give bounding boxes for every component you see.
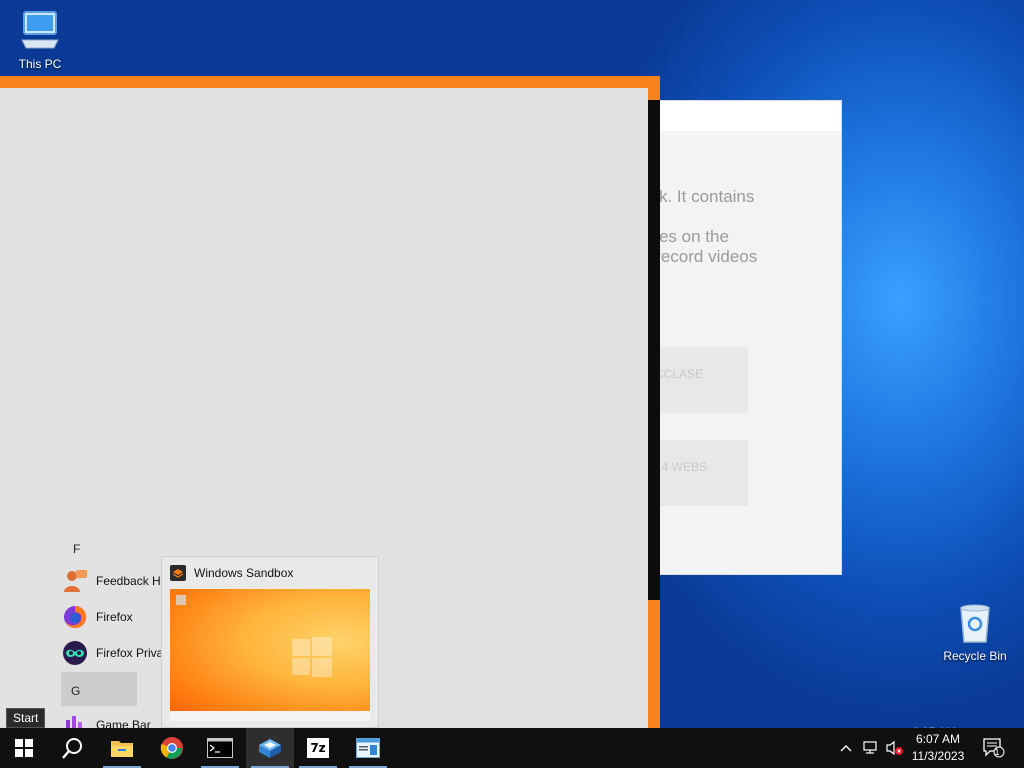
firefox-private-icon <box>63 641 87 665</box>
tray-network[interactable] <box>860 728 882 768</box>
recycle-bin-icon <box>960 604 990 643</box>
notification-count-badge: 1 <box>994 747 1000 757</box>
thumbnail-taskbar <box>170 711 370 721</box>
windows-logo-icon <box>15 739 33 757</box>
window-option-button[interactable]: 14 WEBS <box>647 440 748 506</box>
desktop-icon-label: Recycle Bin <box>943 649 1007 663</box>
start-item-firefox-private[interactable]: Firefox Private <box>62 636 173 670</box>
desktop-icon-this-pc[interactable]: This PC <box>0 8 80 71</box>
chrome-icon <box>160 737 183 759</box>
start-tooltip: Start <box>6 708 46 728</box>
desktop-icon-label: This PC <box>18 57 62 71</box>
thumbnail-image[interactable] <box>170 589 370 721</box>
7zip-icon: 7z <box>307 738 329 758</box>
search-button[interactable] <box>48 728 96 768</box>
thumbnail-title-text: Windows Sandbox <box>194 566 294 580</box>
clock-date: 11/3/2023 <box>911 749 965 763</box>
app-group-letter-g: G <box>71 684 81 698</box>
search-icon <box>62 738 82 759</box>
taskbar[interactable]: 7z 6:07 AM 11/3/2023 1 <box>0 728 1024 768</box>
taskbar-windows-sandbox[interactable] <box>246 728 294 768</box>
start-item-feedback-hub[interactable]: Feedback Hub <box>62 564 174 598</box>
volume-muted-icon <box>886 740 903 756</box>
taskbar-app[interactable] <box>344 728 392 768</box>
start-item-firefox[interactable]: Firefox <box>62 600 133 634</box>
window-option-button[interactable]: CCLASE <box>647 347 748 413</box>
start-item-label: Firefox <box>96 610 133 624</box>
app-window-icon <box>356 738 380 758</box>
chevron-up-icon <box>840 745 852 752</box>
action-center-button[interactable]: 1 <box>980 728 1008 768</box>
start-button[interactable] <box>0 728 48 768</box>
taskbar-terminal[interactable] <box>196 728 244 768</box>
desktop-icon-recycle-bin[interactable]: Recycle Bin <box>935 600 1015 663</box>
thumbnail-title: Windows Sandbox <box>170 565 293 581</box>
taskbar-chrome[interactable] <box>148 728 196 768</box>
tray-clock[interactable]: 6:07 AM 11/3/2023 <box>906 731 970 765</box>
app-group-letter-f[interactable]: F <box>73 542 80 556</box>
taskbar-file-explorer[interactable] <box>98 728 146 768</box>
terminal-icon <box>207 738 233 758</box>
taskbar-7zip[interactable]: 7z <box>294 728 342 768</box>
sandbox-icon <box>259 739 281 758</box>
background-app-window[interactable]: u. ack. It contains uses on the d record… <box>640 100 842 575</box>
7zip-icon-label: 7z <box>310 741 326 755</box>
app-group-header-g[interactable]: G <box>61 672 137 706</box>
tray-overflow-button[interactable] <box>836 728 856 768</box>
clock-time: 6:07 AM <box>915 732 961 746</box>
windows-logo-icon <box>292 637 332 677</box>
network-icon <box>863 741 877 754</box>
sandbox-desktop-icon <box>176 595 186 605</box>
feedback-hub-icon <box>64 570 87 592</box>
sandbox-window-edge <box>648 100 660 600</box>
firefox-icon <box>64 605 87 628</box>
window-titlebar[interactable] <box>641 101 841 131</box>
sandbox-icon <box>170 565 186 581</box>
taskbar-thumbnail-preview[interactable]: Windows Sandbox <box>161 556 379 728</box>
folder-icon <box>111 741 133 757</box>
tray-volume[interactable] <box>884 728 906 768</box>
computer-icon <box>21 11 59 49</box>
